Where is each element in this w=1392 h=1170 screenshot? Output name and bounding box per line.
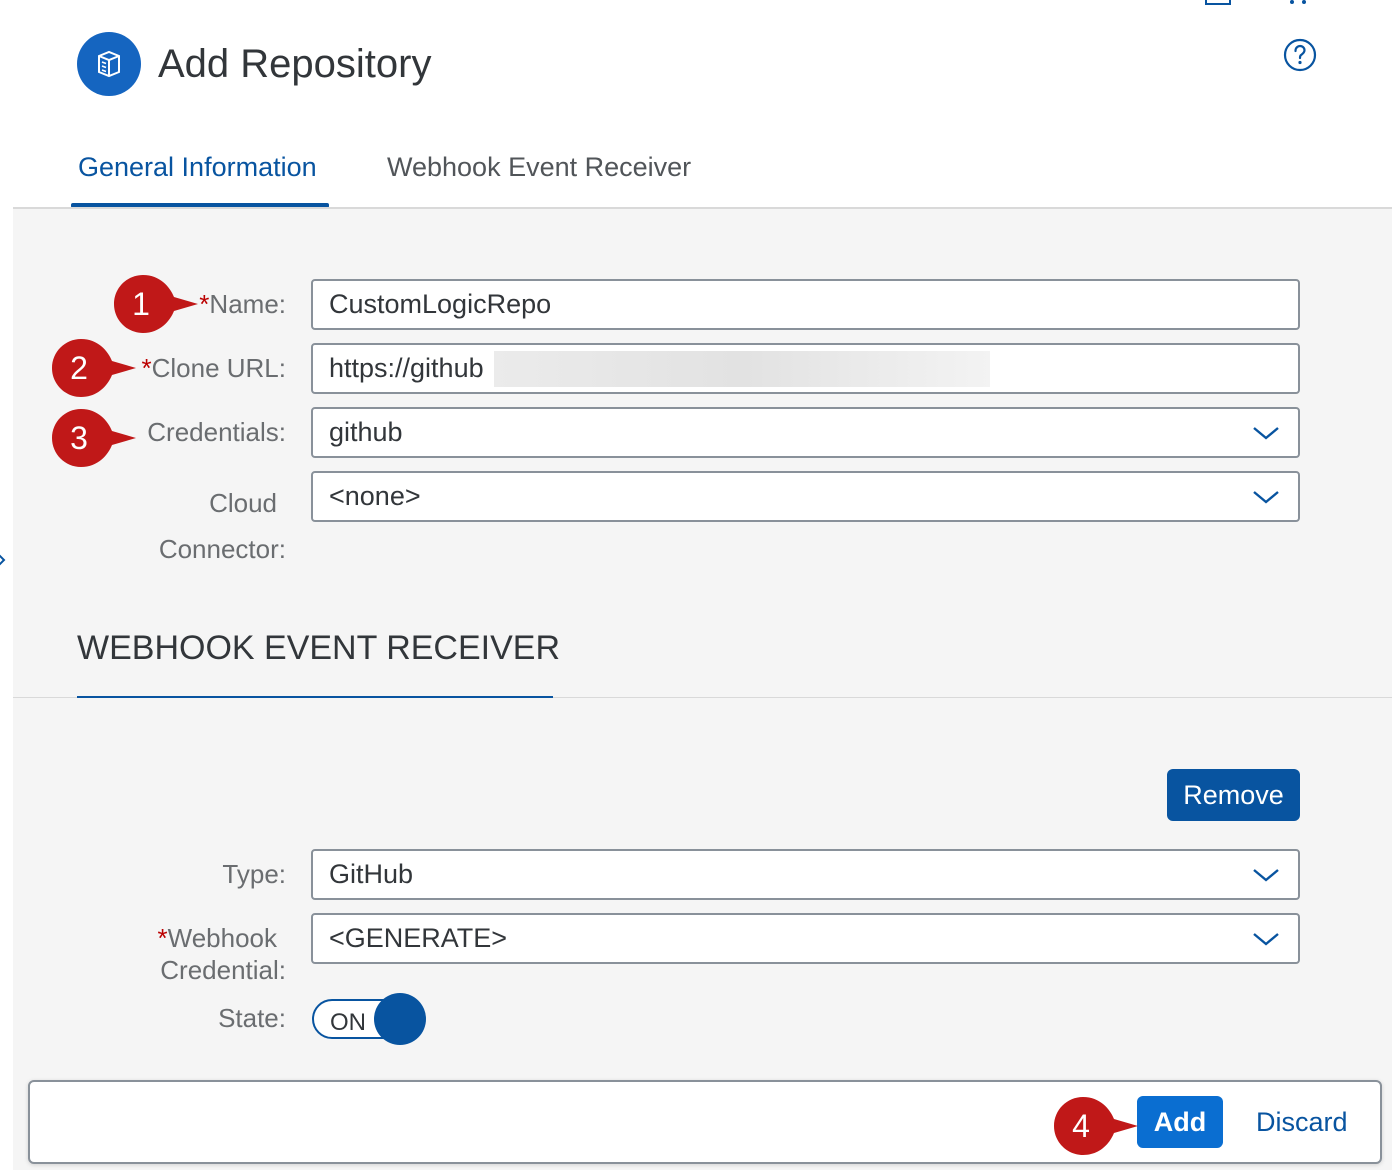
webhook-credential-select[interactable]: <GENERATE> <box>311 913 1300 964</box>
name-input[interactable]: CustomLogicRepo <box>311 279 1300 330</box>
redacted-region <box>494 351 990 387</box>
credentials-select[interactable]: github <box>311 407 1300 458</box>
name-label: *Name: <box>199 289 286 319</box>
chevron-down-icon <box>1253 869 1279 882</box>
type-select[interactable]: GitHub <box>311 849 1300 900</box>
cloud-connector-label: Cloud Connector: <box>158 488 286 564</box>
chevron-right-icon[interactable] <box>0 548 8 572</box>
clone-url-value: https://github <box>329 353 484 383</box>
help-icon[interactable] <box>1283 38 1317 72</box>
tab-general-information[interactable]: General Information <box>78 150 317 184</box>
chevron-down-icon <box>1253 427 1279 440</box>
type-select-value: GitHub <box>329 859 414 889</box>
page-title: Add Repository <box>158 42 432 86</box>
credentials-select-value: github <box>329 417 403 447</box>
add-button[interactable]: Add <box>1137 1096 1223 1148</box>
cloud-connector-select-value: <none> <box>329 481 421 511</box>
tab-webhook-event-receiver[interactable]: Webhook Event Receiver <box>387 150 691 184</box>
clone-url-input[interactable]: https://github <box>311 343 1300 394</box>
discard-button[interactable]: Discard <box>1256 1104 1348 1140</box>
state-toggle[interactable]: ON <box>312 993 426 1045</box>
callout-marker-2: 2 <box>50 337 142 399</box>
chevron-down-icon <box>1253 933 1279 946</box>
tabs-divider <box>13 207 1392 209</box>
callout-marker-3: 3 <box>50 407 142 469</box>
section-title-underline <box>77 696 553 698</box>
webhook-credential-select-value: <GENERATE> <box>329 923 508 953</box>
name-input-value: CustomLogicRepo <box>329 289 552 319</box>
type-label: Type: <box>222 859 286 889</box>
remove-button[interactable]: Remove <box>1167 769 1300 821</box>
window-controls-icon[interactable] <box>1200 0 1320 6</box>
toggle-state-text: ON <box>330 1009 366 1036</box>
callout-marker-4: 4 <box>1052 1095 1144 1157</box>
chevron-down-icon <box>1253 491 1279 504</box>
callout-marker-1: 1 <box>112 273 204 335</box>
section-title-webhook: WEBHOOK EVENT RECEIVER <box>77 629 561 667</box>
repository-icon <box>77 32 141 96</box>
state-label: State: <box>218 1003 286 1033</box>
webhook-credential-label: *Webhook Credential: <box>157 923 287 985</box>
toggle-knob[interactable] <box>374 993 426 1045</box>
cloud-connector-select[interactable]: <none> <box>311 471 1300 522</box>
clone-url-label: *Clone URL: <box>141 353 286 383</box>
credentials-label: Credentials: <box>147 417 286 447</box>
